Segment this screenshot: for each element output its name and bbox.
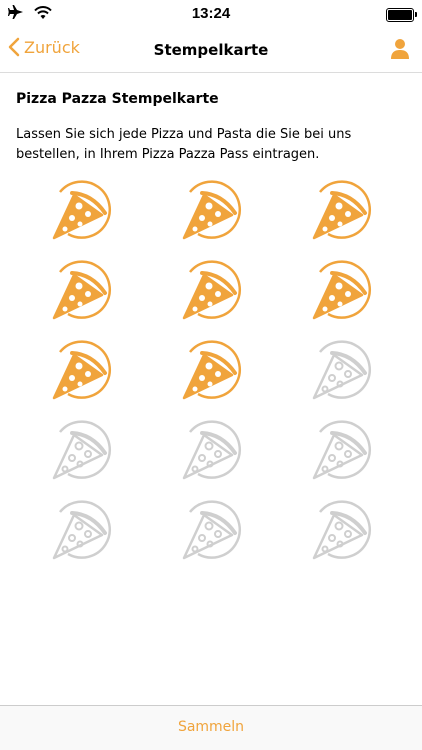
pizza-slice-icon [52, 500, 111, 560]
pizza-slice-icon [182, 260, 241, 320]
pizza-slice-icon [312, 420, 371, 480]
pizza-slice-icon [182, 180, 241, 240]
card-description: Lassen Sie sich jede Pizza und Pasta die… [16, 127, 352, 162]
stamp-empty [308, 500, 374, 566]
pizza-slice-icon [312, 340, 371, 400]
card-title: Pizza Pazza Stempelkarte [16, 91, 219, 107]
battery-icon [386, 8, 417, 22]
stamp-collected [308, 180, 374, 246]
page-title: Stempelkarte [153, 41, 269, 59]
pizza-slice-icon [52, 180, 111, 240]
stamp-collected [48, 340, 114, 406]
pizza-slice-icon [312, 260, 371, 320]
stamp-empty [308, 340, 374, 406]
battery-level-fill [388, 10, 412, 20]
stamp-empty [178, 500, 244, 566]
pizza-slice-icon [312, 500, 371, 560]
pizza-slice-icon [52, 420, 111, 480]
stamp-empty [48, 420, 114, 486]
person-icon [391, 39, 409, 59]
collect-button[interactable]: Sammeln [0, 719, 422, 735]
pizza-slice-icon [182, 420, 241, 480]
profile-button[interactable] [390, 38, 410, 64]
pizza-slice-icon [52, 340, 111, 400]
stamp-collected [308, 260, 374, 326]
navigation-bar: Zurück Stempelkarte [0, 28, 422, 73]
pizza-slice-icon [52, 260, 111, 320]
stamp-empty [48, 500, 114, 566]
stamp-empty [308, 420, 374, 486]
pizza-slice-icon [182, 340, 241, 400]
stamp-collected [178, 340, 244, 406]
pizza-slice-icon [312, 180, 371, 240]
stamp-collected [48, 260, 114, 326]
bottom-bar: Sammeln [0, 705, 422, 750]
stamp-empty [178, 420, 244, 486]
status-time: 13:24 [191, 5, 231, 22]
pizza-slice-icon [182, 500, 241, 560]
stamp-collected [178, 180, 244, 246]
stamp-collected [48, 180, 114, 246]
stamp-grid [0, 180, 422, 566]
stamp-collected [178, 260, 244, 326]
